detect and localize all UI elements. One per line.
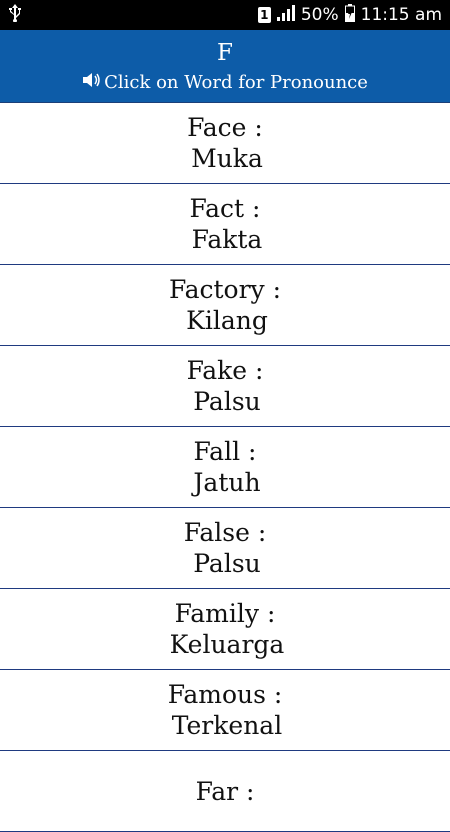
word-meaning: Jatuh bbox=[193, 468, 261, 497]
battery-charging-icon bbox=[344, 3, 355, 27]
page-title: F bbox=[217, 39, 233, 66]
word-meaning: Terkenal bbox=[171, 711, 283, 740]
word-list: Face : Muka Fact : Fakta Factory : Kilan… bbox=[0, 103, 450, 832]
word-row[interactable]: Face : Muka bbox=[0, 103, 450, 184]
pronounce-hint: Click on Word for Pronounce bbox=[82, 71, 368, 94]
sim-icon: 1 bbox=[257, 7, 271, 23]
word-term: Family : bbox=[174, 599, 276, 628]
word-term: False : bbox=[183, 518, 267, 547]
usb-icon bbox=[8, 3, 22, 27]
word-row[interactable]: Fake : Palsu bbox=[0, 346, 450, 427]
word-row[interactable]: Family : Keluarga bbox=[0, 589, 450, 670]
status-bar: 1 50% 11:15 am bbox=[0, 0, 450, 30]
word-term: Fact : bbox=[189, 194, 261, 223]
battery-percent: 50% bbox=[300, 5, 339, 25]
word-term: Fall : bbox=[193, 437, 257, 466]
word-row[interactable]: Fall : Jatuh bbox=[0, 427, 450, 508]
pronounce-hint-text: Click on Word for Pronounce bbox=[104, 71, 368, 93]
word-term: Fake : bbox=[186, 356, 264, 385]
word-meaning: Keluarga bbox=[169, 630, 285, 659]
word-term: Factory : bbox=[168, 275, 282, 304]
word-term: Face : bbox=[187, 113, 263, 142]
word-meaning: Fakta bbox=[191, 225, 263, 254]
word-meaning: Palsu bbox=[193, 387, 261, 416]
word-meaning: Kilang bbox=[186, 306, 268, 335]
word-meaning: Muka bbox=[191, 144, 263, 173]
word-meaning: Palsu bbox=[193, 549, 261, 578]
app-header: F Click on Word for Pronounce bbox=[0, 30, 450, 103]
word-row[interactable]: Fact : Fakta bbox=[0, 184, 450, 265]
word-row[interactable]: Famous : Terkenal bbox=[0, 670, 450, 751]
word-term: Far : bbox=[195, 776, 255, 806]
speaker-icon bbox=[82, 71, 102, 94]
signal-icon bbox=[276, 4, 295, 26]
word-row[interactable]: Far : bbox=[0, 751, 450, 832]
word-term: Famous : bbox=[167, 680, 283, 709]
word-row[interactable]: False : Palsu bbox=[0, 508, 450, 589]
clock: 11:15 am bbox=[360, 5, 442, 25]
word-row[interactable]: Factory : Kilang bbox=[0, 265, 450, 346]
